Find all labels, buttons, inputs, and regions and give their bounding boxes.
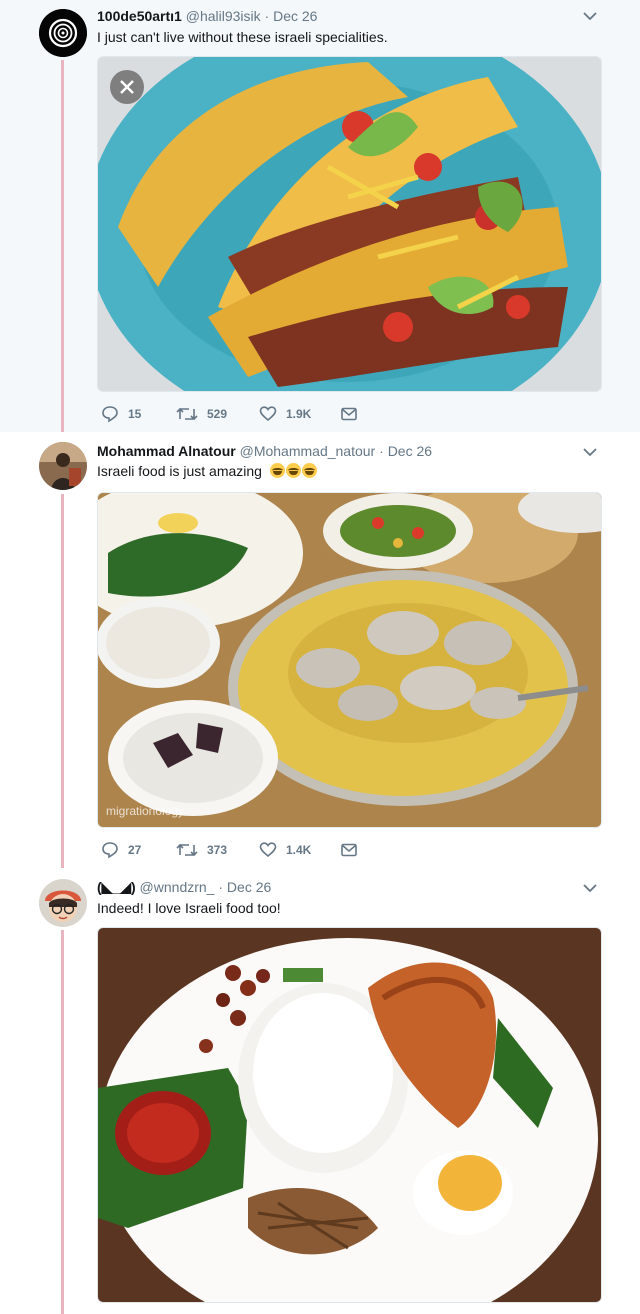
heart-icon bbox=[259, 406, 277, 422]
tweet-date[interactable]: Dec 26 bbox=[273, 8, 317, 24]
avatar-image bbox=[39, 879, 87, 927]
separator-dot: · bbox=[379, 443, 384, 459]
separator-dot: · bbox=[218, 879, 224, 895]
avatar-image bbox=[39, 442, 87, 490]
envelope-icon bbox=[341, 843, 357, 857]
user-handle[interactable]: @wnndzrn_ bbox=[140, 879, 215, 895]
user-handle[interactable]: @Mohammad_natour bbox=[240, 443, 376, 459]
thread-line bbox=[61, 60, 64, 432]
retweet-count: 373 bbox=[207, 843, 228, 857]
photo-mansaf: migrationology bbox=[98, 493, 601, 827]
tweet-photo-mansaf[interactable]: migrationology bbox=[97, 492, 602, 828]
dm-action[interactable] bbox=[341, 840, 366, 860]
tweet-header: 100de50artı1 @halil93isik · Dec 26 bbox=[97, 8, 317, 24]
chevron-down-icon[interactable] bbox=[582, 10, 598, 22]
tweet-1[interactable]: 100de50artı1 @halil93isik · Dec 26 I jus… bbox=[0, 0, 640, 432]
thread-line bbox=[61, 930, 64, 1314]
like-count: 1.4K bbox=[286, 843, 312, 857]
reply-action[interactable]: 15 bbox=[101, 404, 141, 424]
chevron-down-icon[interactable] bbox=[582, 882, 598, 894]
reply-action[interactable]: 27 bbox=[101, 840, 141, 860]
display-name[interactable]: Mohammad Alnatour bbox=[97, 443, 236, 459]
tweet-date[interactable]: Dec 26 bbox=[388, 443, 432, 459]
reply-icon bbox=[102, 842, 118, 859]
reply-count: 27 bbox=[128, 843, 142, 857]
retweet-count: 529 bbox=[207, 407, 228, 421]
tweet-2[interactable]: Mohammad Alnatour @Mohammad_natour · Dec… bbox=[0, 432, 640, 868]
avatar[interactable] bbox=[39, 9, 87, 57]
reply-icon bbox=[102, 406, 118, 423]
heart-icon bbox=[259, 842, 277, 858]
tweet-photo-tacos[interactable] bbox=[97, 56, 602, 392]
like-action[interactable]: 1.4K bbox=[259, 840, 311, 860]
tweet-date[interactable]: Dec 26 bbox=[227, 879, 271, 895]
user-handle[interactable]: @halil93isik bbox=[186, 8, 261, 24]
tweet-header: Mohammad Alnatour @Mohammad_natour · Dec… bbox=[97, 443, 432, 459]
tweet-text: Israeli food is just amazing bbox=[97, 463, 262, 479]
tweet-text: I just can't live without these israeli … bbox=[97, 29, 388, 45]
chevron-down-icon[interactable] bbox=[582, 446, 598, 458]
retweet-icon bbox=[176, 843, 198, 857]
display-name[interactable]: (◣_◢) bbox=[97, 879, 136, 895]
separator-dot: · bbox=[264, 8, 270, 24]
tweet-text: Indeed! I love Israeli food too! bbox=[97, 900, 281, 916]
envelope-icon bbox=[341, 407, 357, 421]
retweet-action[interactable]: 529 bbox=[176, 404, 227, 424]
retweet-icon bbox=[176, 407, 198, 421]
photo-nasi-lemak bbox=[98, 928, 601, 1302]
tweet-3[interactable]: (◣_◢) @wnndzrn_ · Dec 26 Indeed! I love … bbox=[0, 868, 640, 1314]
thread-line bbox=[61, 494, 64, 868]
reply-count: 15 bbox=[128, 407, 142, 421]
dm-action[interactable] bbox=[341, 404, 366, 424]
display-name[interactable]: 100de50artı1 bbox=[97, 8, 182, 24]
tweet-header: (◣_◢) @wnndzrn_ · Dec 26 bbox=[97, 879, 271, 896]
close-media-button[interactable] bbox=[110, 70, 144, 104]
photo-tacos bbox=[98, 57, 601, 391]
avatar-image bbox=[39, 9, 87, 57]
tweet-text-line: Israeli food is just amazing bbox=[97, 463, 317, 479]
retweet-action[interactable]: 373 bbox=[176, 840, 227, 860]
tweet-photo-nasi-lemak[interactable] bbox=[97, 927, 602, 1303]
like-count: 1.9K bbox=[286, 407, 312, 421]
joy-emoji bbox=[269, 463, 317, 479]
avatar[interactable] bbox=[39, 442, 87, 490]
like-action[interactable]: 1.9K bbox=[259, 404, 311, 424]
avatar[interactable] bbox=[39, 879, 87, 927]
photo-watermark: migrationology bbox=[106, 804, 184, 818]
close-icon bbox=[120, 80, 134, 94]
